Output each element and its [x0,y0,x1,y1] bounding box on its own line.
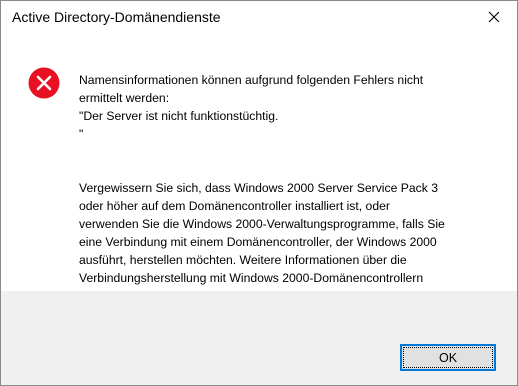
message-line: eine Verbindung mit einem Domänencontrol… [79,235,437,249]
button-bar: OK [1,291,517,385]
message-line: " [79,127,84,141]
window-title: Active Directory-Domänendienste [12,9,221,25]
ok-button[interactable]: OK [400,344,496,371]
message-line: Vergewissern Sie sich, dass Windows 2000… [79,181,439,195]
message-line: Verbindungsherstellung mit Windows 2000-… [79,271,424,285]
message-line: oder höher auf dem Domänencontroller ins… [79,199,390,213]
close-button[interactable] [471,1,517,33]
close-icon [488,11,500,23]
message-line: verwenden Sie die Windows 2000-Verwaltun… [79,217,445,231]
message-line: ausführt, herstellen möchten. Weitere In… [79,253,407,267]
title-bar[interactable]: Active Directory-Domänendienste [1,1,517,33]
error-icon [28,67,60,99]
dialog-window: Active Directory-Domänendienste Namensin… [0,0,518,386]
message-line: Namensinformationen können aufgrund folg… [79,73,424,87]
message-line: ermittelt werden: [79,91,170,105]
dialog-content: Namensinformationen können aufgrund folg… [1,33,517,303]
error-message: Namensinformationen können aufgrund folg… [79,71,481,305]
message-line: "Der Server ist nicht funktionstüchtig. [79,109,279,123]
